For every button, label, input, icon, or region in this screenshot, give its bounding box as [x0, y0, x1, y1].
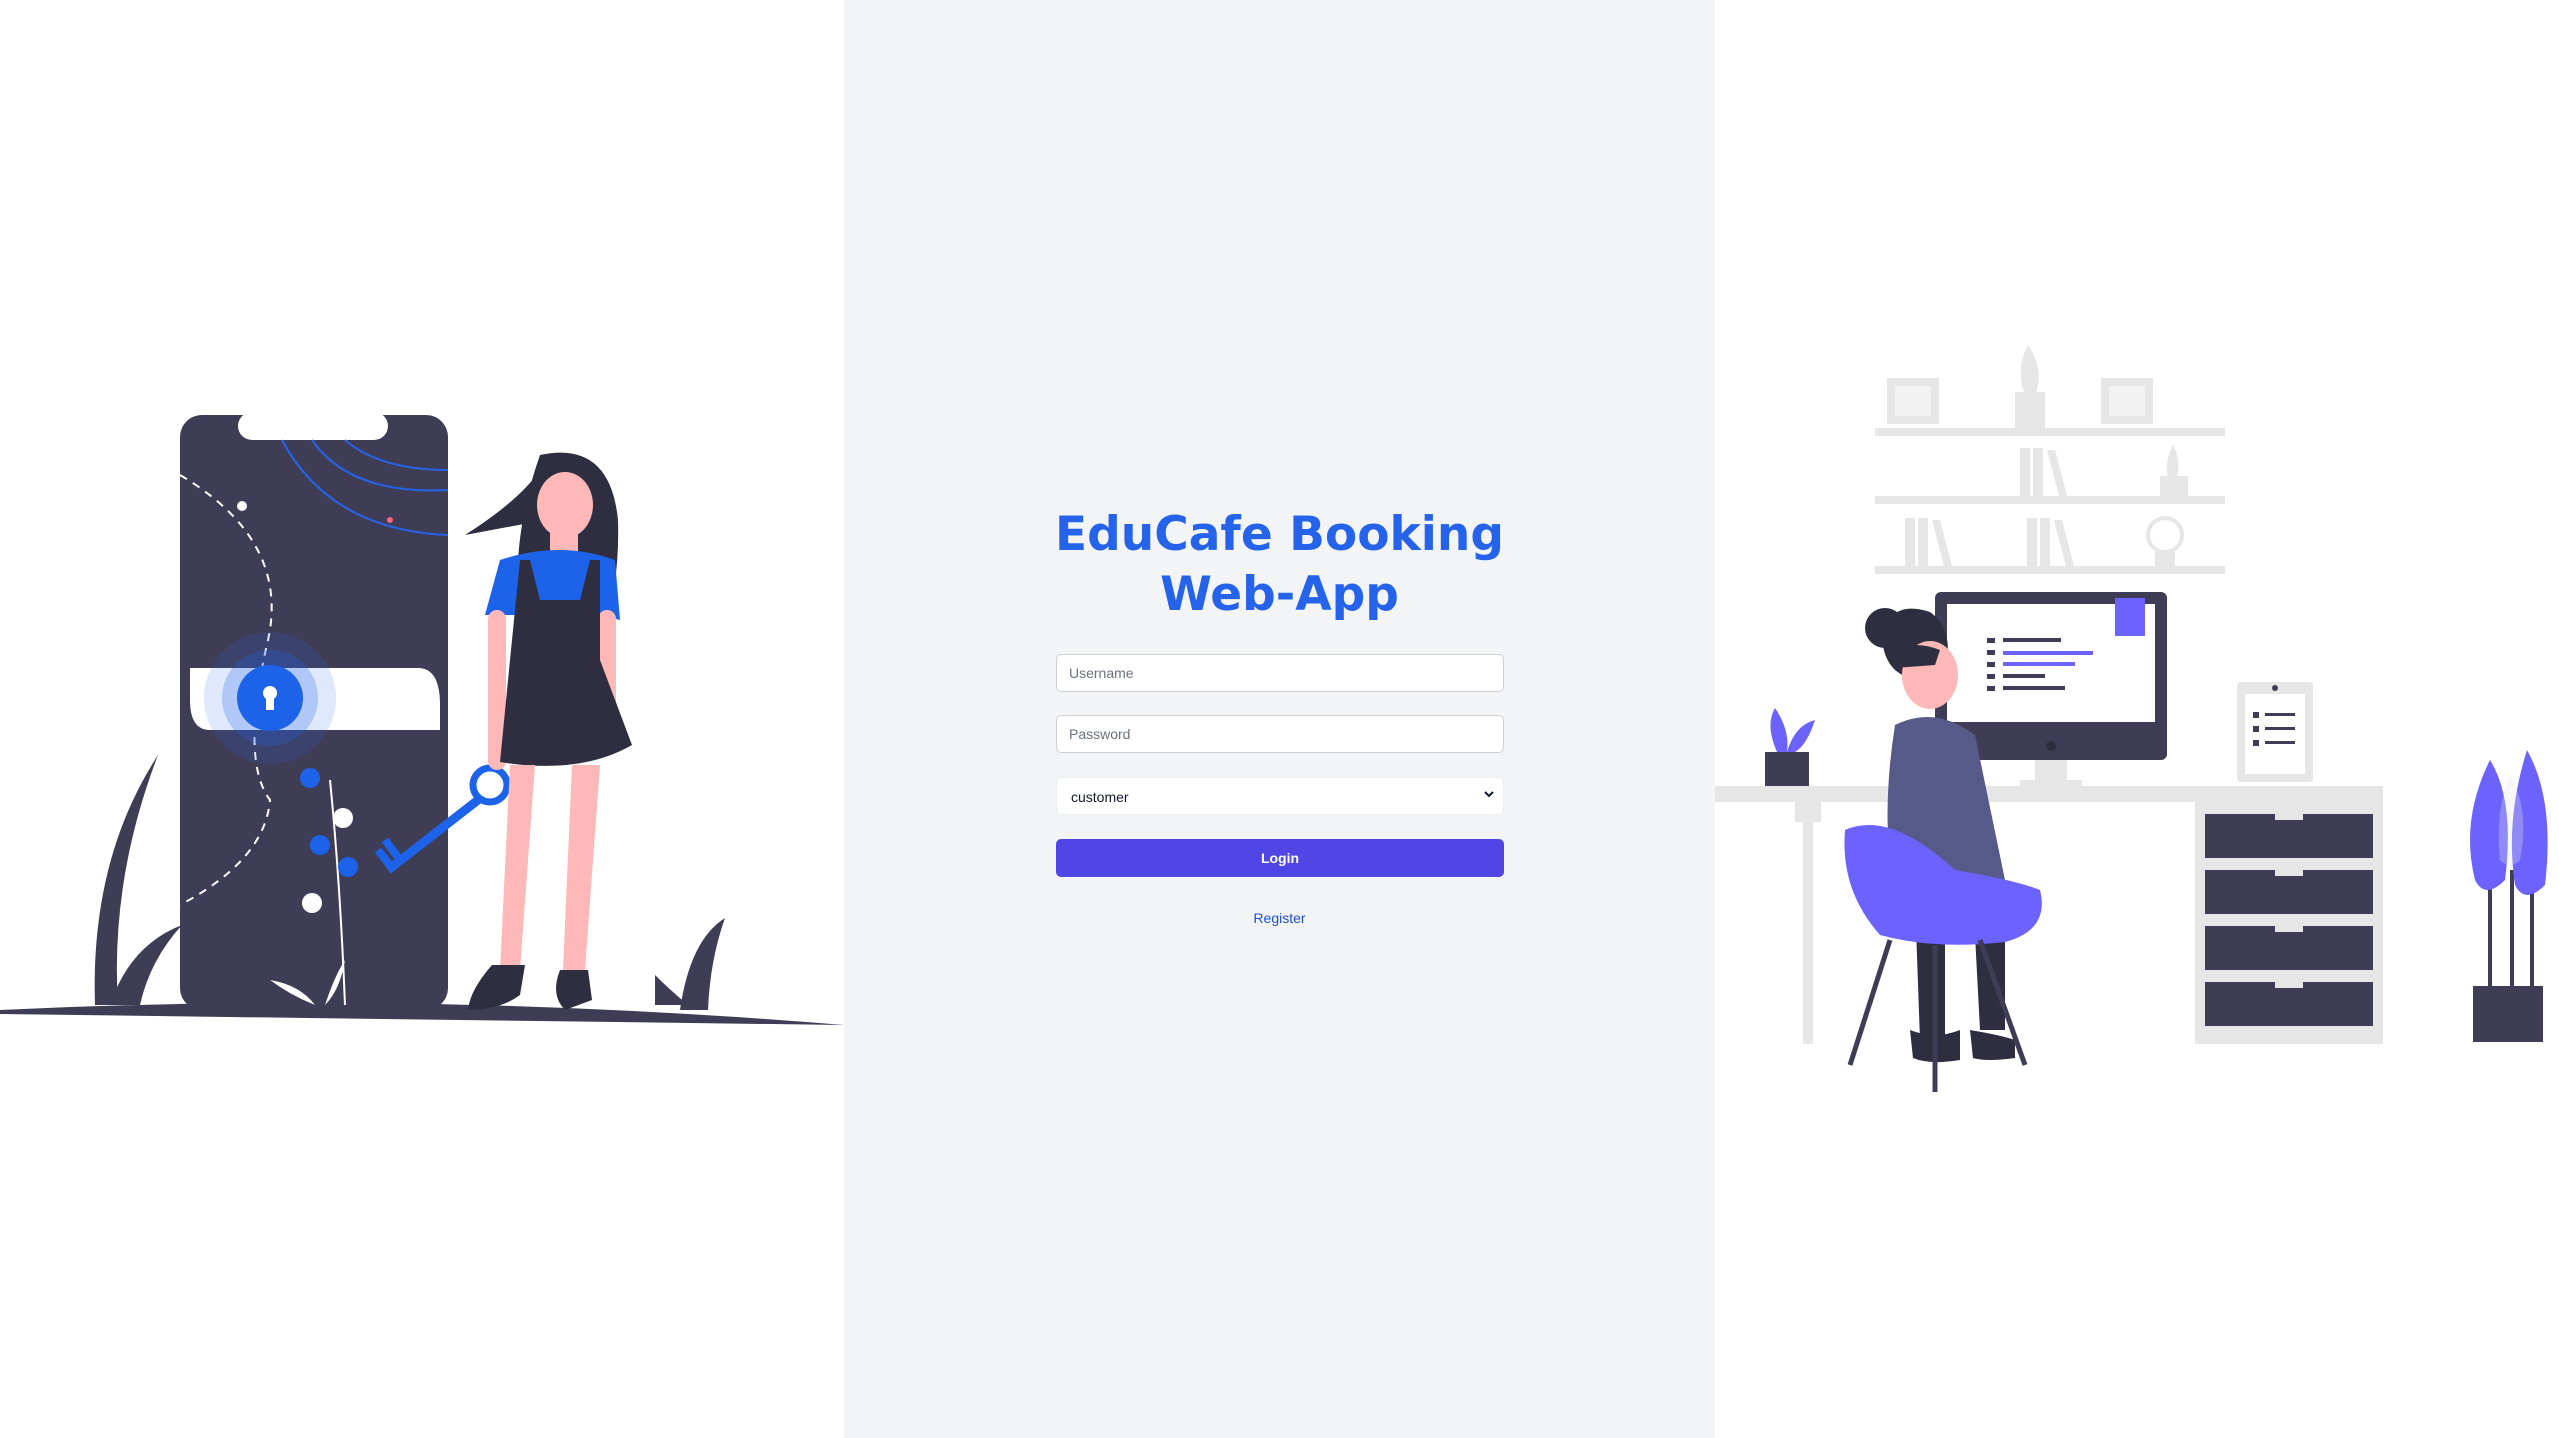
login-button[interactable]: Login [1056, 839, 1504, 877]
password-input[interactable] [1056, 715, 1504, 753]
desk-illustration [1715, 345, 2548, 1092]
title-line-1: EduCafe Booking [1055, 507, 1504, 562]
unlock-illustration [0, 412, 844, 1025]
page-title: EduCafe Booking Web-App [844, 505, 1715, 625]
right-illustration-panel [1715, 0, 2559, 1438]
register-link[interactable]: Register [844, 910, 1715, 926]
username-input[interactable] [1056, 654, 1504, 692]
login-panel: EduCafe Booking Web-App customer Login R… [844, 0, 1715, 1438]
left-illustration-panel [0, 0, 844, 1438]
role-select-value: customer [1071, 789, 1129, 805]
role-select[interactable]: customer [1056, 777, 1504, 815]
title-line-2: Web-App [1160, 567, 1399, 622]
chevron-down-icon [1484, 791, 1494, 798]
